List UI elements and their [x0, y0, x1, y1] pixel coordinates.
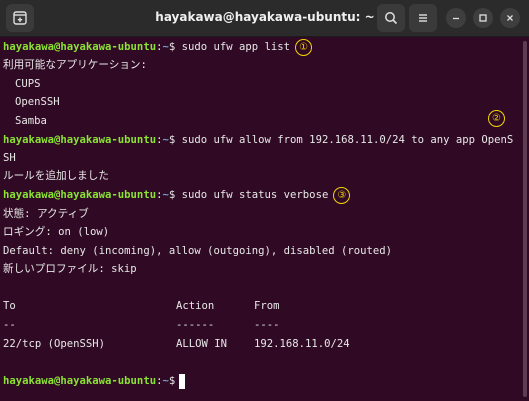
divider-from: ---- [254, 319, 280, 331]
hamburger-menu-icon [419, 14, 427, 22]
column-header-from: From [254, 300, 280, 312]
prompt-user: hayakawa@hayakawa-ubuntu [3, 41, 157, 53]
default-policy-line: Default: deny (incoming), allow (outgoin… [3, 245, 393, 257]
command-text: sudo ufw allow from 192.168.11.0/24 to a… [175, 134, 514, 146]
window-title: hayakawa@hayakawa-ubuntu: ~ [155, 10, 375, 24]
command-line: hayakawa@hayakawa-ubuntu:~$ sudo ufw all… [3, 131, 513, 149]
app-list-item: Samba [15, 115, 47, 127]
terminal-tab-icon [13, 11, 27, 25]
column-header-to: To [3, 300, 16, 312]
terminal-window: hayakawa@hayakawa-ubuntu: ~ hayakawa@hay… [0, 0, 529, 401]
maximize-icon [479, 14, 487, 22]
annotation-badge: ② [488, 109, 505, 127]
prompt-user: hayakawa@hayakawa-ubuntu [3, 189, 157, 201]
rule-to: 22/tcp (OpenSSH) [3, 338, 106, 350]
search-icon [385, 12, 398, 25]
command-text: sudo ufw app list [175, 41, 291, 53]
scrollbar[interactable] [521, 37, 529, 401]
rule-action: ALLOW IN [176, 338, 228, 350]
table-row: 22/tcp (OpenSSH) ALLOW IN 192.168.11.0/2… [3, 335, 503, 353]
output-line: 利用可能なアプリケーション: [3, 59, 147, 71]
table-divider-row: -- ------ ---- [3, 316, 503, 334]
new-tab-button[interactable] [6, 4, 34, 32]
annotation-badge-line: ② [483, 109, 505, 127]
annotation-badge: ③ [333, 186, 351, 204]
status-line: 状態: アクティブ [3, 208, 89, 220]
prompt-user: hayakawa@hayakawa-ubuntu [3, 134, 157, 146]
output-line: ルールを追加しました [3, 170, 109, 182]
close-button[interactable] [500, 8, 520, 28]
column-header-action: Action [176, 300, 215, 312]
maximize-button[interactable] [473, 8, 493, 28]
prompt-user: hayakawa@hayakawa-ubuntu [3, 375, 157, 387]
terminal-output[interactable]: hayakawa@hayakawa-ubuntu:~$ sudo ufw app… [0, 37, 521, 401]
prompt-symbol: $ [168, 375, 176, 387]
table-header-row: To Action From [3, 297, 503, 315]
menu-button[interactable] [409, 4, 437, 32]
logging-line: ロギング: on (low) [3, 226, 110, 238]
divider-to: -- [3, 319, 16, 331]
title-bar: hayakawa@hayakawa-ubuntu: ~ [0, 0, 529, 37]
minimize-button[interactable] [446, 8, 466, 28]
command-text: sudo ufw status verbose [175, 189, 329, 201]
app-list-item: CUPS [15, 78, 41, 90]
rule-from: 192.168.11.0/24 [254, 338, 350, 350]
command-line: hayakawa@hayakawa-ubuntu:~$ sudo ufw sta… [3, 186, 351, 204]
close-icon [507, 15, 513, 21]
text-cursor [179, 373, 186, 389]
command-line: hayakawa@hayakawa-ubuntu:~$ sudo ufw app… [3, 38, 313, 56]
minimize-icon [453, 17, 459, 20]
search-button[interactable] [377, 4, 405, 32]
divider-action: ------ [176, 319, 215, 331]
annotation-badge: ① [295, 38, 313, 56]
app-list-item: OpenSSH [15, 96, 60, 108]
command-wrap: SH [3, 152, 16, 164]
active-prompt-line[interactable]: hayakawa@hayakawa-ubuntu:~$ [3, 372, 186, 390]
scrollbar-thumb[interactable] [523, 41, 527, 397]
new-profiles-line: 新しいプロファイル: skip [3, 263, 137, 275]
